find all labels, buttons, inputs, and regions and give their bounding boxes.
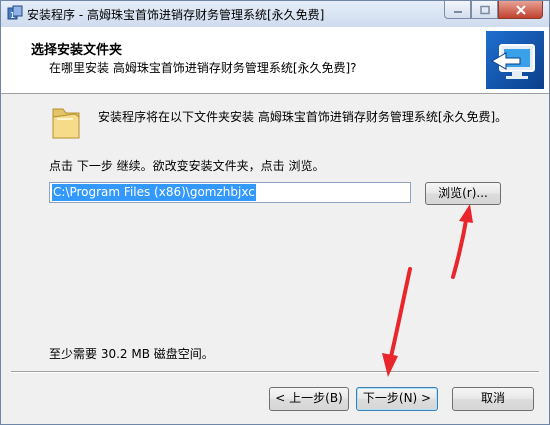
computer-install-icon [486,31,544,89]
close-button[interactable] [498,1,543,19]
minimize-button[interactable] [444,1,471,19]
minimize-icon [453,10,462,13]
cancel-button[interactable]: 取消 [452,387,534,411]
next-button[interactable]: 下一步(N) > [356,387,438,411]
wizard-header: 选择安装文件夹 在哪里安装 高姆珠宝首饰进销存财务管理系统[永久免费]? [1,27,549,94]
footer-divider [11,371,539,373]
instruction-text: 点击 下一步 继续。欲改变安装文件夹，点击 浏览。 [49,159,325,173]
install-path-input[interactable]: C:\Program Files (x86)\gomzhbjxc [49,182,411,203]
installer-window: 1 安装程序 - 高姆珠宝首饰进销存财务管理系统[永久免费] 选择安装文件夹 在… [0,0,550,425]
window-title: 安装程序 - 高姆珠宝首饰进销存财务管理系统[永久免费] [27,8,325,22]
page-title: 选择安装文件夹 [31,43,123,58]
maximize-button[interactable] [471,1,498,19]
browse-button[interactable]: 浏览(r)... [425,182,501,205]
install-info-text: 安装程序将在以下文件夹安装 高姆珠宝首饰进销存财务管理系统[永久免费]。 [98,110,508,124]
folder-icon [52,108,80,139]
install-path-value: C:\Program Files (x86)\gomzhbjxc [52,184,256,201]
title-bar[interactable]: 1 安装程序 - 高姆珠宝首饰进销存财务管理系统[永久免费] [1,1,549,28]
close-icon [515,4,526,15]
disk-space-text: 至少需要 30.2 MB 磁盘空间。 [49,347,214,361]
maximize-icon [479,5,490,14]
back-button[interactable]: < 上一步(B) [269,387,349,411]
installer-icon: 1 [7,5,23,20]
svg-text:1: 1 [10,11,15,20]
page-subtitle: 在哪里安装 高姆珠宝首饰进销存财务管理系统[永久免费]? [49,61,357,75]
